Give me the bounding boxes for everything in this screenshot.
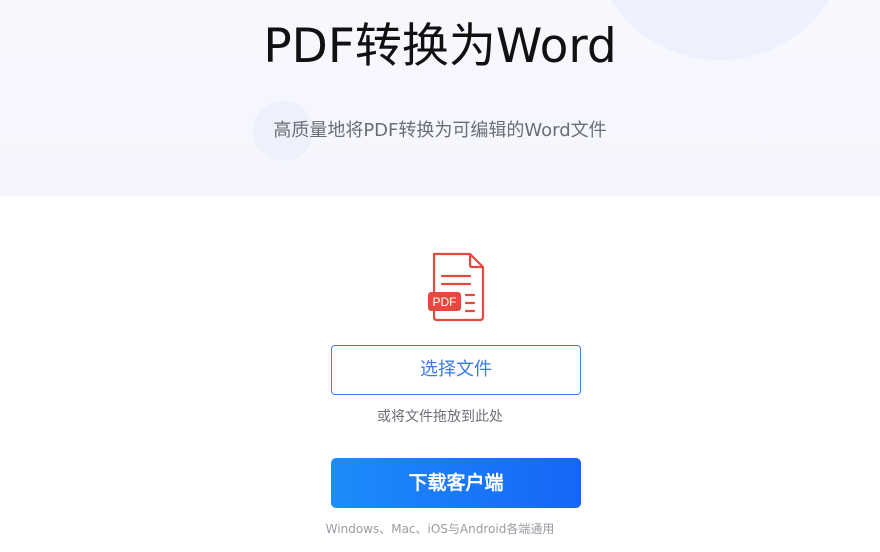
page-title: PDF转换为Word [263, 19, 617, 74]
download-client-button[interactable]: 下载客户端 [331, 458, 581, 508]
platform-support-note: Windows、Mac、iOS与Android各端通用 [325, 522, 555, 536]
pdf-file-icon: PDF [425, 251, 487, 323]
drop-zone-hint: 或将文件拖放到此处 [377, 409, 503, 425]
page-subtitle: 高质量地将PDF转换为可编辑的Word文件 [273, 120, 607, 141]
select-file-button[interactable]: 选择文件 [331, 345, 581, 395]
hero-banner: PDF转换为Word 高质量地将PDF转换为可编辑的Word文件 [0, 0, 880, 196]
pdf-badge-label: PDF [433, 295, 457, 309]
